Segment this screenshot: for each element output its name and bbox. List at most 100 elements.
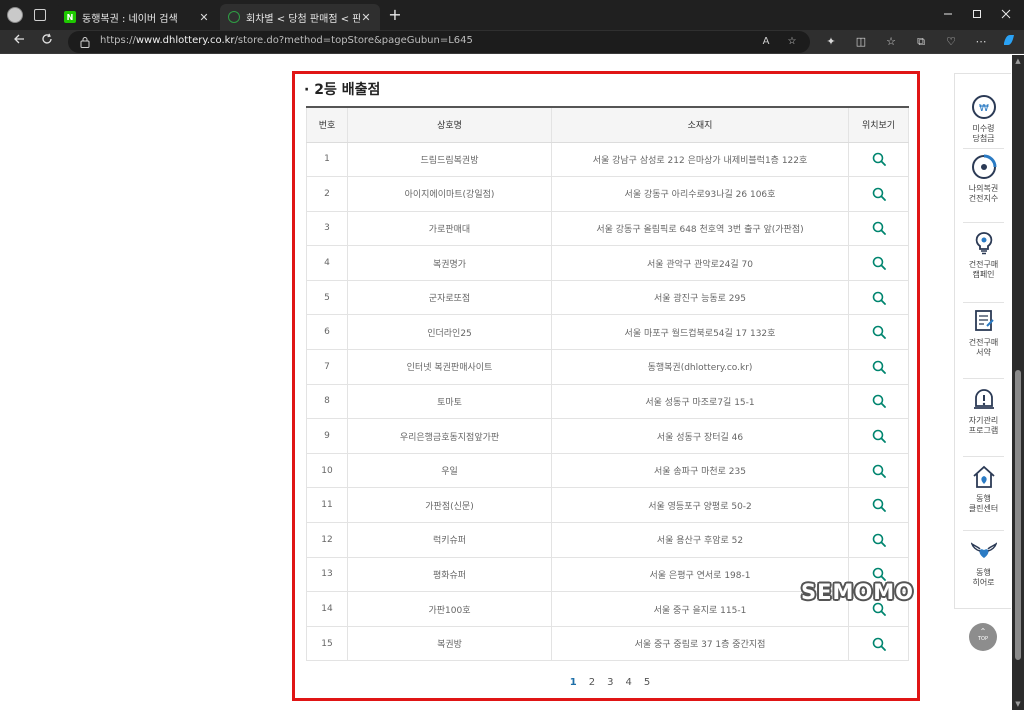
cell-number: 9: [306, 418, 348, 454]
scroll-down-arrow-icon[interactable]: ▼: [1012, 698, 1024, 710]
back-button[interactable]: [10, 33, 28, 51]
quick-menu-clean-center[interactable]: 동행 클린센터: [955, 464, 1012, 514]
quick-menu-label: 나의복권 건전지수: [968, 184, 999, 203]
quick-menu-lottery-index[interactable]: 나의복권 건전지수: [955, 154, 1012, 204]
search-icon[interactable]: [872, 429, 886, 443]
cell-location: [848, 522, 909, 558]
cell-store-name: 평화슈퍼: [347, 557, 552, 593]
cell-location: [848, 453, 909, 489]
search-icon[interactable]: [872, 533, 886, 547]
tab-dhlottery[interactable]: 회차별 < 당첨 판매점 < 판매점 | ✕: [220, 4, 380, 30]
copilot-logo-icon: [1004, 35, 1014, 45]
page-link-3[interactable]: 3: [607, 677, 613, 688]
address-bar[interactable]: https://www.dhlottery.co.kr/store.do?met…: [68, 31, 810, 53]
tab-naver-search[interactable]: N 동행복권 : 네이버 검색 ✕: [56, 4, 218, 30]
won-coin-icon: ₩: [971, 95, 996, 119]
cell-address: 서울 광진구 능동로 295: [551, 280, 849, 316]
cell-location: [848, 487, 909, 524]
quick-menu-divider: [963, 378, 1004, 379]
search-icon[interactable]: [872, 291, 886, 305]
cell-number: 12: [306, 522, 348, 558]
page-content: · 2등 배출점 번호 상호명 소재지 위치보기 1 드림드림복권방 서울 강남구 …: [0, 55, 1012, 710]
new-tab-button[interactable]: +: [386, 6, 404, 24]
read-aloud-icon[interactable]: A: [758, 34, 774, 50]
search-icon[interactable]: [872, 498, 886, 513]
cell-number: 10: [306, 453, 348, 489]
page-link-1[interactable]: 1: [570, 677, 577, 688]
favorites-icon[interactable]: ☆: [882, 33, 900, 51]
close-window-button[interactable]: [996, 6, 1016, 24]
cell-number: 5: [306, 280, 348, 316]
scrollbar-thumb[interactable]: [1015, 370, 1021, 660]
quick-menu-divider: [963, 302, 1004, 303]
cell-store-name: 럭키슈퍼: [347, 522, 552, 558]
table-row: 9 우리은행금호동지점앞가판 서울 성동구 장터길 46: [306, 418, 909, 454]
quick-menu-campaign[interactable]: 건전구매 캠페인: [955, 230, 1012, 280]
tab-actions-icon[interactable]: [34, 9, 46, 21]
collections-icon[interactable]: ⧉: [912, 33, 930, 51]
search-icon[interactable]: [872, 360, 886, 374]
more-options-icon[interactable]: ⋯: [972, 33, 990, 51]
search-icon[interactable]: [872, 152, 886, 167]
clean-house-icon: [972, 465, 995, 488]
cell-store-name: 아이지에이마트(강일점): [347, 176, 552, 212]
copilot-icon[interactable]: [1000, 33, 1018, 51]
cell-store-name: 인터넷 복권판매사이트: [347, 349, 552, 385]
cell-number: 3: [306, 211, 348, 247]
search-icon[interactable]: [872, 464, 886, 478]
page-link-5[interactable]: 5: [644, 677, 650, 688]
scroll-top-button[interactable]: ⌃ TOP: [969, 623, 997, 651]
quick-menu-label: 건전구매 캠페인: [968, 260, 999, 279]
browser-essentials-icon[interactable]: ♡: [942, 33, 960, 51]
header-location: 위치보기: [848, 107, 909, 143]
favorite-star-icon[interactable]: ☆: [784, 34, 800, 50]
lightbulb-icon: [975, 232, 992, 255]
cell-number: 11: [306, 487, 348, 524]
refresh-button[interactable]: [38, 33, 56, 51]
search-icon[interactable]: [872, 325, 886, 340]
cell-address: 서울 관악구 관악로24길 70: [551, 245, 849, 281]
cell-number: 14: [306, 591, 348, 627]
cell-address: 서울 강남구 삼성로 212 은마상가 내제비블럭1층 122호: [551, 142, 849, 178]
cell-address: 서울 성동구 마조로7길 15-1: [551, 384, 849, 420]
cell-store-name: 복권명가: [347, 245, 552, 281]
quick-menu-unclaimed-prize[interactable]: ₩ 미수령 당첨금: [955, 94, 1012, 144]
close-icon: [1001, 9, 1011, 19]
maximize-button[interactable]: [967, 6, 987, 24]
chevron-up-icon: ⌃: [979, 627, 987, 636]
cell-address: 서울 성동구 장터길 46: [551, 418, 849, 454]
search-icon[interactable]: [872, 256, 886, 270]
page-link-4[interactable]: 4: [625, 677, 631, 688]
profile-avatar[interactable]: [7, 7, 23, 23]
search-icon[interactable]: [872, 637, 886, 651]
split-screen-icon[interactable]: ◫: [852, 33, 870, 51]
scroll-up-arrow-icon[interactable]: ▲: [1012, 55, 1024, 67]
search-icon[interactable]: [872, 394, 886, 409]
tab-close-icon[interactable]: ✕: [198, 11, 210, 24]
extensions-icon[interactable]: ✦: [822, 33, 840, 51]
cell-store-name: 가판점(신문): [347, 487, 552, 524]
quick-menu: ₩ 미수령 당첨금 나의복권 건전지수 건전구매 캠페인 건전구매 서약 자기관…: [954, 73, 1011, 609]
cell-number: 1: [306, 142, 348, 178]
search-icon[interactable]: [872, 602, 886, 616]
page-scrollbar[interactable]: ▲ ▼: [1012, 55, 1024, 710]
search-icon[interactable]: [872, 187, 886, 201]
cell-store-name: 인더라인25: [347, 314, 552, 351]
page-link-2[interactable]: 2: [589, 677, 595, 688]
quick-menu-hero[interactable]: 동행 히어로: [955, 538, 1012, 588]
heart-wings-icon: [970, 542, 997, 558]
cell-location: [848, 245, 909, 281]
minimize-button[interactable]: [938, 6, 958, 24]
table-row: 8 토마토 서울 성동구 마조로7길 15-1: [306, 384, 909, 420]
url-prefix: https://: [100, 35, 136, 46]
header-number: 번호: [306, 107, 348, 143]
table-row: 11 가판점(신문) 서울 영등포구 양평로 50-2: [306, 487, 909, 524]
section-title: · 2등 배출점: [304, 79, 380, 99]
search-icon[interactable]: [872, 221, 886, 236]
quick-menu-pledge[interactable]: 건전구매 서약: [955, 308, 1012, 358]
cell-store-name: 가판100호: [347, 591, 552, 627]
quick-menu-self-management[interactable]: 자기관리 프로그램: [955, 386, 1012, 436]
cell-address: 서울 마포구 월드컵북로54길 17 132호: [551, 314, 849, 351]
quick-menu-label: 미수령 당첨금: [972, 124, 995, 143]
tab-close-icon[interactable]: ✕: [360, 11, 372, 24]
